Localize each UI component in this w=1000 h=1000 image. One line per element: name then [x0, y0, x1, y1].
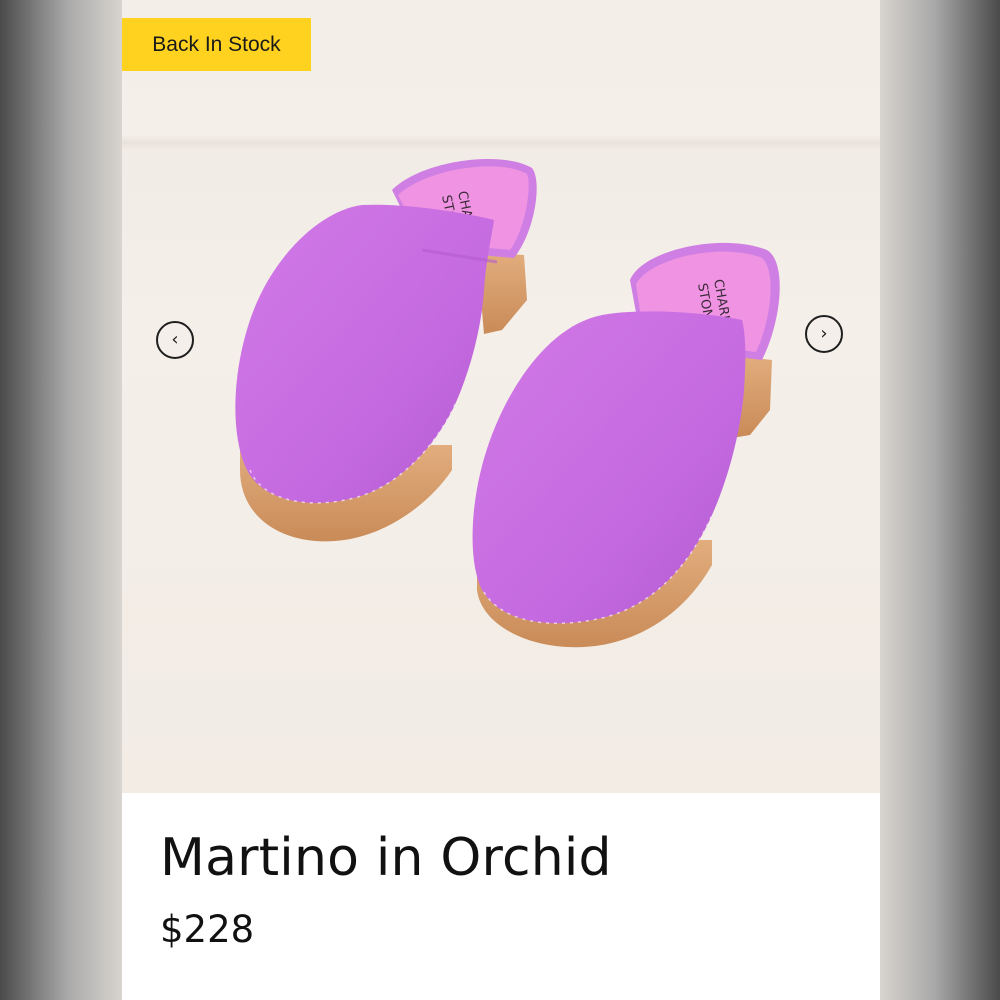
- clogs-illustration: CHARLOTTE STONE CHARLOTTE STONE: [235, 159, 780, 648]
- carousel-prev-button[interactable]: ‹: [156, 321, 194, 359]
- product-image[interactable]: CHARLOTTE STONE CHARLOTTE STONE: [122, 0, 880, 793]
- back-in-stock-badge: Back In Stock: [122, 18, 311, 71]
- blurred-side-left: [0, 0, 122, 1000]
- product-card: CHARLOTTE STONE CHARLOTTE STONE: [122, 0, 880, 1000]
- blurred-side-right: [880, 0, 1000, 1000]
- chevron-right-icon: ›: [820, 323, 828, 344]
- chevron-left-icon: ‹: [171, 329, 179, 350]
- carousel-next-button[interactable]: ›: [805, 315, 843, 353]
- page: CHARLOTTE STONE CHARLOTTE STONE: [0, 0, 1000, 1000]
- product-price: $228: [160, 908, 255, 951]
- product-title[interactable]: Martino in Orchid: [160, 828, 612, 888]
